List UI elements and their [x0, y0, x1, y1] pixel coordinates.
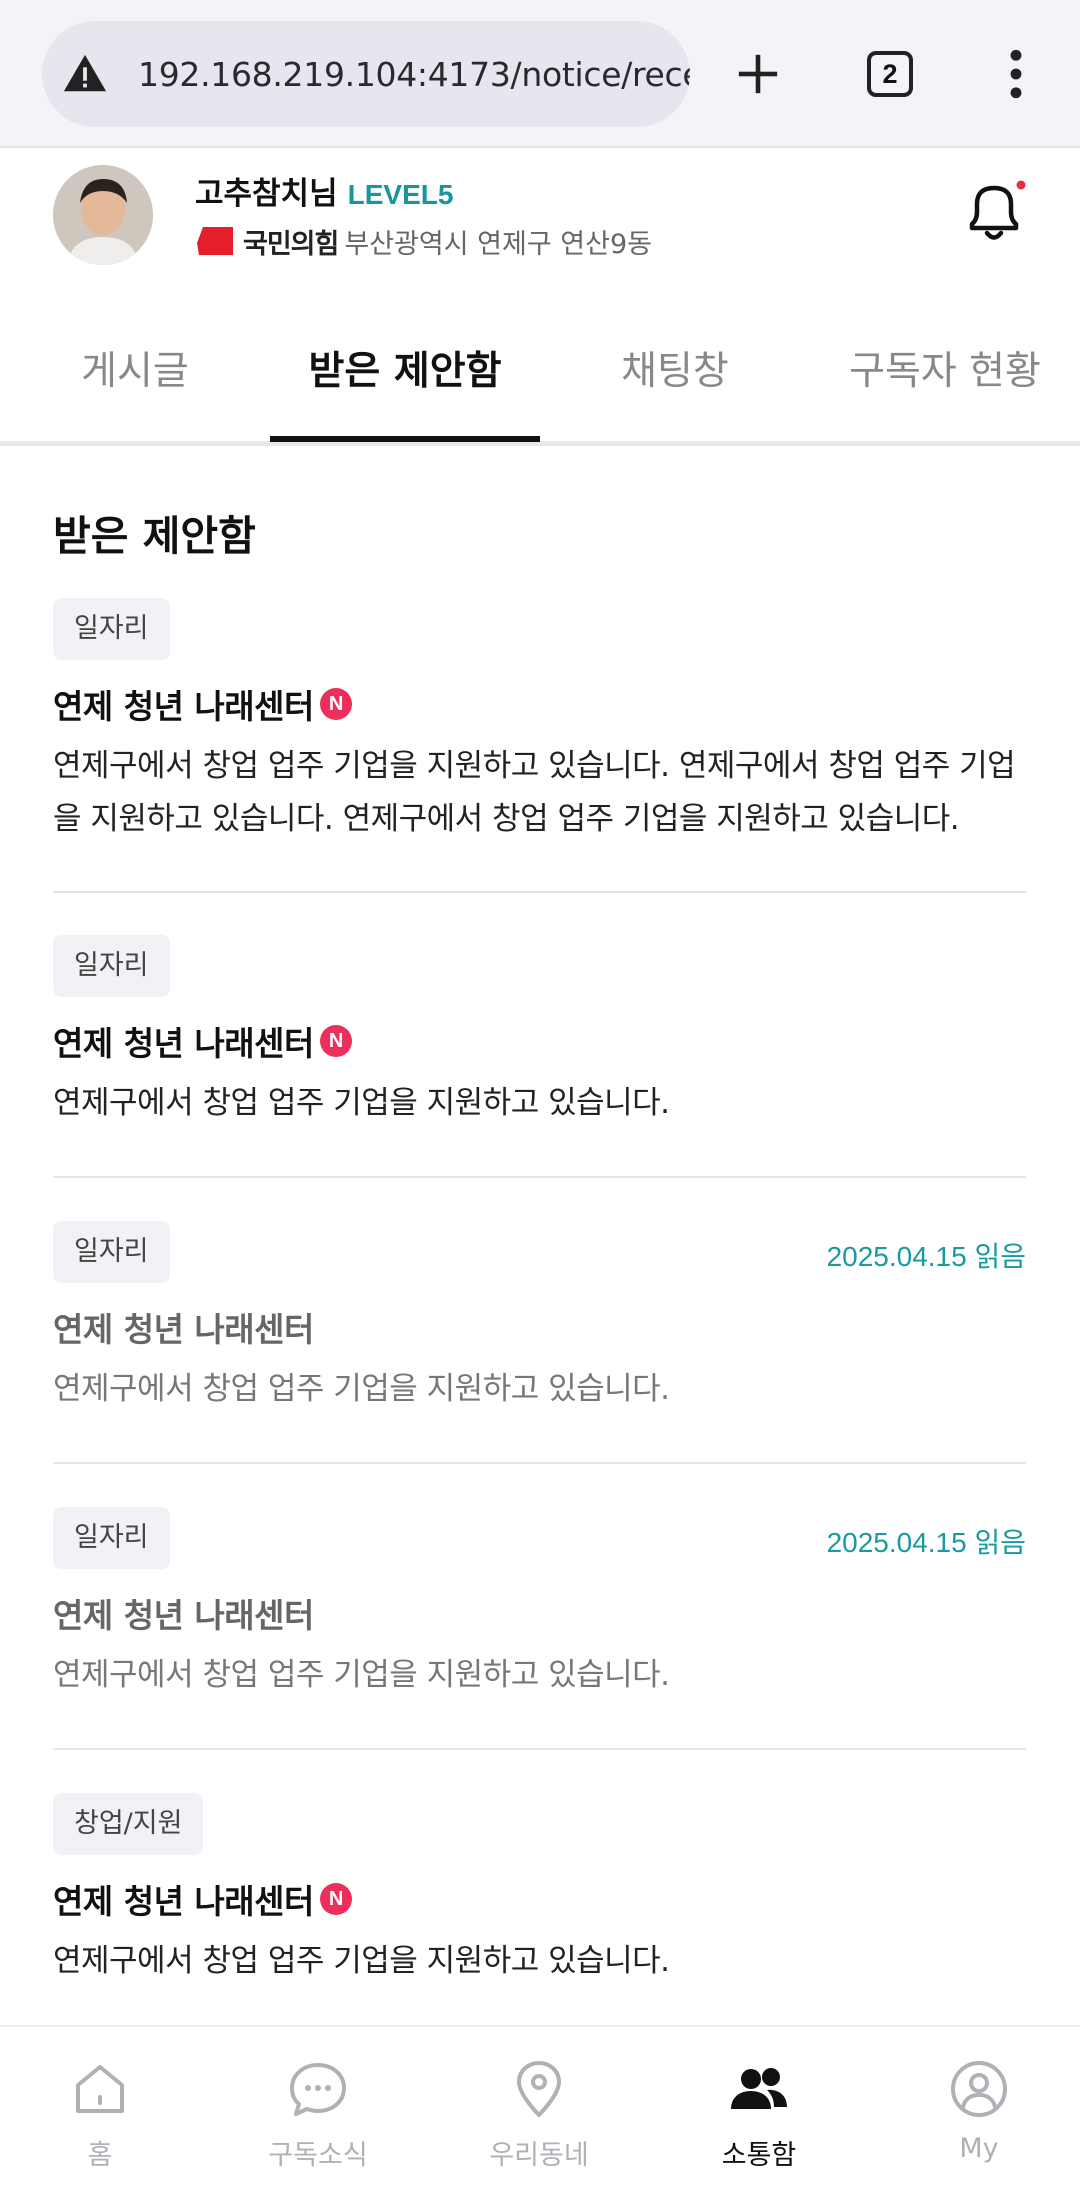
category-chip: 일자리: [53, 1221, 170, 1283]
chat-bubble-icon: [290, 2063, 346, 2116]
nav-label: 구독소식: [268, 2140, 368, 2171]
item-title: 연제 청년 나래센터 N: [53, 680, 1026, 728]
notification-button[interactable]: [962, 176, 1028, 248]
list-item[interactable]: 일자리 연제 청년 나래센터 N 연제구에서 창업 업주 기업을 지원하고 있습…: [53, 598, 1026, 893]
item-body: 연제구에서 창업 업주 기업을 지원하고 있습니다. 연제구에서 창업 업주 기…: [53, 748, 1016, 837]
profile-name: 고추참치님: [195, 176, 338, 212]
profile-name-row: 고추참치님 LEVEL5: [195, 168, 453, 213]
profile-level: LEVEL5: [347, 179, 454, 210]
new-badge: N: [319, 1025, 352, 1057]
party-name: 국민의힘: [243, 229, 339, 260]
list-item[interactable]: 일자리 연제 청년 나래센터 N 연제구에서 창업 업주 기업을 지원하고 있습…: [53, 935, 1026, 1178]
location-pin-icon: [517, 2061, 561, 2117]
bell-icon: [969, 180, 1026, 240]
tab-bar: 게시글 받은 제안함 채팅창 구독자 현황: [0, 320, 1080, 446]
tab-count: 2: [867, 51, 913, 97]
people-icon: [731, 2068, 787, 2109]
category-chip: 일자리: [53, 598, 170, 660]
section-title: 받은 제안함: [53, 512, 256, 560]
list-item[interactable]: 창업/지원 연제 청년 나래센터 N 연제구에서 창업 업주 기업을 지원하고 …: [53, 1793, 1026, 2013]
url-text: 192.168.219.104:4173/notice/receive: [138, 54, 690, 94]
item-title: 연제 청년 나래센터: [53, 1589, 1026, 1637]
party-logo-icon: [197, 226, 233, 255]
list-item[interactable]: 일자리 2025.04.15 읽음 연제 청년 나래센터 연제구에서 창업 업주…: [53, 1507, 1026, 1750]
avatar[interactable]: [53, 165, 153, 265]
browser-toolbar: 192.168.219.104:4173/notice/receive 2: [0, 0, 1080, 148]
more-vert-icon: [1010, 49, 1022, 99]
nav-communication[interactable]: 소통함: [659, 2057, 859, 2172]
home-icon: [76, 2065, 124, 2113]
nav-label: 우리동네: [489, 2140, 589, 2171]
plus-icon: [738, 54, 778, 94]
item-body: 연제구에서 창업 업주 기업을 지원하고 있습니다.: [53, 1085, 670, 1121]
nav-label: 홈: [87, 2140, 113, 2171]
tab-chat[interactable]: 채팅창: [595, 340, 755, 400]
list-item[interactable]: 일자리 2025.04.15 읽음 연제 청년 나래센터 연제구에서 창업 업주…: [53, 1221, 1026, 1464]
item-title: 연제 청년 나래센터 N: [53, 1017, 1026, 1065]
nav-subscription-news[interactable]: 구독소식: [218, 2057, 418, 2172]
nav-neighborhood[interactable]: 우리동네: [439, 2057, 639, 2172]
nav-home[interactable]: 홈: [0, 2057, 200, 2172]
category-chip: 창업/지원: [53, 1793, 204, 1855]
profile-region: 부산광역시 연제구 연산9동: [344, 229, 652, 260]
new-badge: N: [319, 1883, 352, 1915]
category-chip: 일자리: [53, 1507, 170, 1569]
item-title-text: 연제 청년 나래센터: [53, 1024, 314, 1063]
nav-label: My: [959, 2133, 999, 2164]
profile-party-row: 국민의힘 부산광역시 연제구 연산9동: [195, 222, 652, 261]
item-title-text: 연제 청년 나래센터: [53, 1310, 314, 1349]
read-timestamp: 2025.04.15 읽음: [826, 1527, 1026, 1558]
new-tab-button[interactable]: [718, 34, 798, 114]
item-title-text: 연제 청년 나래센터: [53, 687, 314, 726]
address-bar[interactable]: 192.168.219.104:4173/notice/receive: [42, 21, 690, 127]
item-title-text: 연제 청년 나래센터: [53, 1596, 314, 1635]
warning-icon: [63, 54, 107, 92]
item-title-text: 연제 청년 나래센터: [53, 1882, 314, 1921]
category-chip: 일자리: [53, 935, 170, 997]
nav-my[interactable]: My: [879, 2057, 1079, 2164]
item-title: 연제 청년 나래센터: [53, 1303, 1026, 1351]
nav-label: 소통함: [721, 2140, 797, 2171]
item-title: 연제 청년 나래센터 N: [53, 1875, 1026, 1923]
item-body: 연제구에서 창업 업주 기업을 지원하고 있습니다.: [53, 1657, 670, 1693]
read-timestamp: 2025.04.15 읽음: [826, 1241, 1026, 1272]
item-body: 연제구에서 창업 업주 기업을 지원하고 있습니다.: [53, 1371, 670, 1407]
new-badge: N: [319, 688, 352, 720]
browser-menu-button[interactable]: [976, 34, 1056, 114]
tab-switcher-button[interactable]: 2: [850, 34, 930, 114]
tab-posts[interactable]: 게시글: [55, 340, 215, 400]
avatar-image: [53, 165, 153, 265]
tab-received-proposals[interactable]: 받은 제안함: [270, 340, 540, 400]
tab-subscribers[interactable]: 구독자 현황: [835, 340, 1055, 400]
active-tab-indicator: [270, 436, 540, 442]
item-body: 연제구에서 창업 업주 기업을 지원하고 있습니다.: [53, 1943, 670, 1979]
bottom-nav: 홈 구독소식 우리동네 소통함 My: [0, 2025, 1080, 2210]
user-circle-icon: [951, 2061, 1007, 2117]
